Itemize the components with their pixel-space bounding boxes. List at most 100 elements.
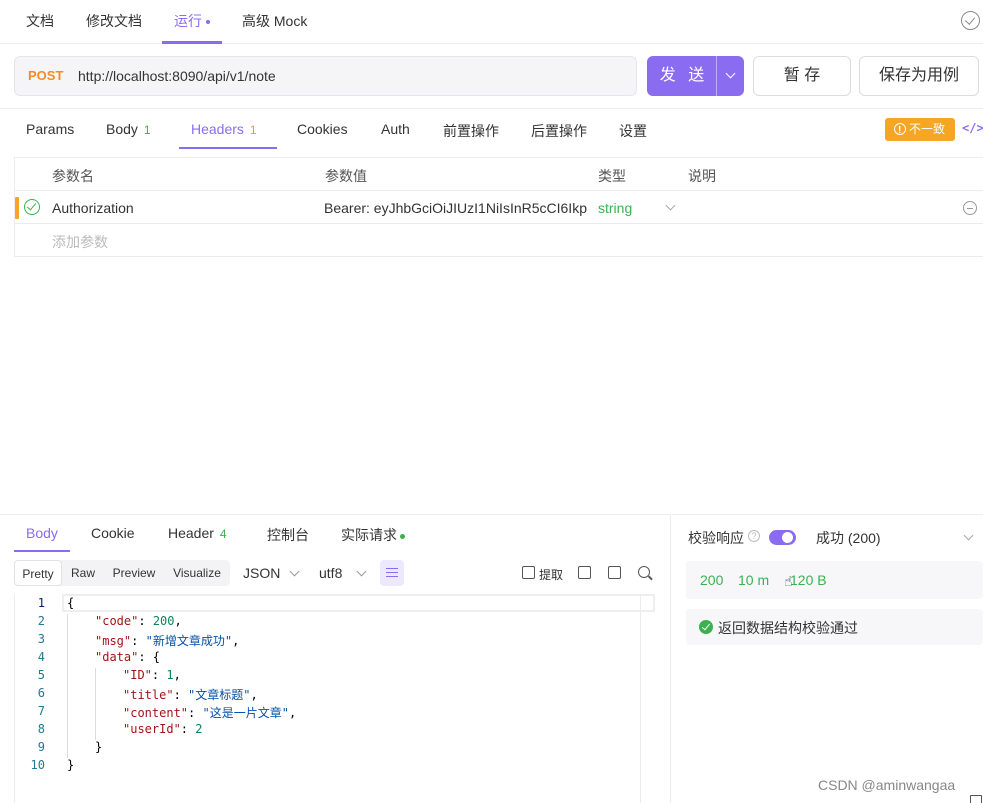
chevron-down-icon[interactable] (289, 566, 300, 577)
code-line: } (95, 740, 103, 754)
enabled-checkbox[interactable] (24, 199, 40, 215)
response-panel: Body Cookie Header 4 控制台 实际请求 Pretty Raw … (0, 514, 671, 803)
verify-message: 返回数据结构校验通过 (718, 620, 858, 636)
code-line: "msg": "新增文章成功", (95, 634, 240, 648)
headers-table: 参数名 参数值 类型 说明 Authorization Bearer: eyJh… (14, 157, 983, 257)
active-tab-indicator (162, 41, 222, 44)
help-icon[interactable]: ? (748, 530, 760, 542)
tab-cookies[interactable]: Cookies (297, 121, 348, 137)
tab-console[interactable]: 控制台 (267, 525, 309, 545)
line-number: 1 (37, 596, 45, 610)
body-count-badge: 1 (143, 123, 151, 137)
search-icon[interactable] (638, 566, 650, 578)
download-icon[interactable] (578, 566, 591, 579)
watermark: CSDN @aminwangaa (818, 777, 956, 793)
code-line: "code": 200, (95, 614, 182, 628)
add-param-input[interactable]: 添加参数 (52, 232, 108, 252)
param-type-select[interactable]: string (598, 200, 632, 216)
tab-actual-request[interactable]: 实际请求 (341, 525, 405, 545)
tab-doc[interactable]: 文档 (26, 11, 54, 31)
tab-auth[interactable]: Auth (381, 121, 410, 137)
code-icon[interactable]: </> (962, 121, 983, 135)
line-number: 4 (37, 650, 45, 664)
json-value-userid: 2 (195, 722, 203, 736)
code-line: "content": "这是一片文章", (123, 706, 297, 720)
verify-response-label: 校验响应 (688, 530, 744, 546)
line-number: 10 (30, 758, 45, 772)
tab-params[interactable]: Params (26, 121, 74, 137)
line-number: 2 (37, 614, 45, 628)
tab-edit-doc[interactable]: 修改文档 (86, 11, 142, 31)
header-count-badge: 4 (219, 527, 227, 541)
table-row: Authorization Bearer: eyJhbGciOiJIUzI1Ni… (15, 191, 983, 224)
line-number: 5 (37, 668, 45, 682)
encoding-select[interactable]: utf8 (319, 565, 342, 581)
tab-run-label: 运行 (174, 13, 202, 29)
wrap-lines-icon[interactable] (380, 560, 404, 586)
send-button[interactable]: 发 送 (647, 56, 744, 96)
tab-response-header[interactable]: Header 4 (168, 525, 227, 541)
tab-post-script[interactable]: 后置操作 (531, 121, 587, 141)
code-line: "ID": 1, (123, 668, 181, 682)
changed-marker (15, 197, 19, 219)
indent-guide (67, 614, 68, 758)
extract-icon (522, 566, 535, 579)
check-circle-icon[interactable] (961, 11, 980, 30)
panel-layout-icon[interactable] (970, 795, 982, 803)
tab-response-header-label: Header (168, 525, 214, 541)
chevron-down-icon[interactable] (717, 56, 744, 96)
json-value-msg: 新增文章成功 (152, 634, 225, 648)
active-tab-indicator (14, 550, 70, 552)
tab-run[interactable]: 运行 (174, 11, 210, 31)
tab-headers[interactable]: Headers 1 (191, 121, 257, 137)
line-number: 6 (37, 686, 45, 700)
check-circle-icon (699, 620, 713, 634)
code-line: "userId": 2 (123, 722, 203, 736)
tab-body[interactable]: Body 1 (106, 121, 151, 137)
indent-guide (95, 668, 96, 740)
verify-result-select[interactable]: 成功 (200) (816, 528, 881, 548)
json-value-code: 200 (152, 614, 175, 628)
active-tab-indicator (179, 147, 277, 149)
line-number: 3 (37, 632, 45, 646)
chevron-down-icon[interactable] (356, 566, 367, 577)
chevron-down-icon[interactable] (665, 200, 676, 211)
tab-response-cookie[interactable]: Cookie (91, 525, 135, 541)
url-input[interactable]: http://localhost:8090/api/v1/note (78, 68, 276, 84)
verify-toggle[interactable] (769, 530, 796, 545)
current-line-highlight (62, 594, 655, 612)
tab-mock[interactable]: 高级 Mock (242, 11, 307, 31)
code-line: "title": "文章标题", (123, 688, 258, 702)
save-button[interactable]: 暂 存 (753, 56, 851, 96)
format-raw-button[interactable]: Raw (64, 560, 102, 586)
headers-count-badge: 1 (249, 123, 257, 137)
mismatch-badge[interactable]: 不一致 (885, 118, 955, 142)
format-preview-button[interactable]: Preview (106, 560, 162, 586)
tab-response-body[interactable]: Body (26, 525, 58, 541)
line-number: 8 (37, 722, 45, 736)
copy-icon[interactable] (608, 566, 621, 579)
param-name-input[interactable]: Authorization (52, 200, 312, 216)
extract-button[interactable]: 提取 (539, 566, 563, 583)
format-pretty-button[interactable]: Pretty (14, 560, 62, 586)
save-as-case-button[interactable]: 保存为用例 (859, 56, 979, 96)
method-select[interactable]: POST (28, 68, 63, 83)
json-value-content: 这是一片文章 (209, 706, 282, 720)
url-bar[interactable]: POST http://localhost:8090/api/v1/note (14, 56, 637, 96)
language-select[interactable]: JSON (243, 565, 280, 581)
param-value-input[interactable]: Bearer: eyJhbGciOiJIUzI1NiIsInR5cCI6Ikp (324, 200, 588, 216)
response-size: 120 B (790, 572, 827, 588)
format-visualize-button[interactable]: Visualize (166, 560, 228, 586)
tab-actual-request-label: 实际请求 (341, 527, 397, 543)
response-code-editor[interactable]: 1 2 3 4 5 6 7 8 9 10 { "code": 200, "msg… (14, 594, 655, 803)
response-stats: 200 10 m ☝ 120 B (686, 561, 983, 599)
verify-result-box: 返回数据结构校验通过 (686, 609, 983, 645)
line-number: 9 (37, 740, 45, 754)
status-dot (400, 533, 405, 539)
chevron-down-icon[interactable] (963, 530, 974, 541)
remove-row-icon[interactable] (963, 201, 977, 215)
tab-headers-label: Headers (191, 121, 244, 137)
code-line: { (67, 596, 75, 610)
tab-settings[interactable]: 设置 (619, 121, 647, 141)
tab-pre-script[interactable]: 前置操作 (443, 121, 499, 141)
